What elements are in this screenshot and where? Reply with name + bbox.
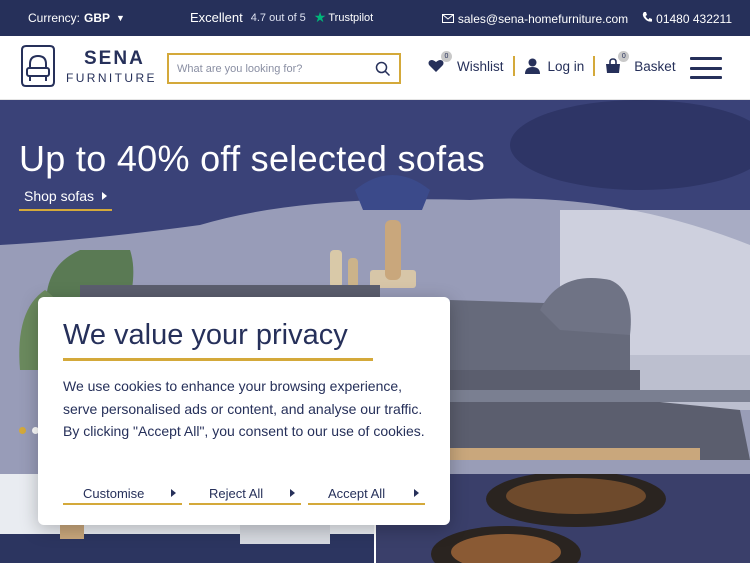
header-nav: 0 Wishlist Log in 0 Basket	[418, 51, 685, 76]
customise-button[interactable]: Customise	[63, 483, 182, 505]
phone-text: 01480 432211	[656, 11, 732, 26]
login-label: Log in	[547, 58, 585, 74]
wishlist-count: 0	[441, 51, 452, 62]
cookie-consent-modal: We value your privacy We use cookies to …	[38, 297, 450, 525]
contact-info: sales@sena-homefurniture.com 01480 43221…	[441, 11, 732, 26]
shop-sofas-label: Shop sofas	[24, 188, 95, 204]
basket-link[interactable]: 0 Basket	[593, 51, 684, 76]
wishlist-link[interactable]: 0 Wishlist	[418, 51, 513, 75]
hero-title: Up to 40% off selected sofas	[19, 138, 486, 179]
accept-all-button[interactable]: Accept All	[308, 483, 425, 505]
accept-label: Accept All	[328, 485, 386, 501]
hamburger-menu-icon[interactable]	[690, 57, 722, 79]
logo-mark-icon	[21, 45, 55, 87]
chevron-right-icon	[171, 489, 176, 497]
shop-sofas-link[interactable]: Shop sofas	[19, 185, 113, 211]
top-bar: Currency: GBP ▼ Excellent 4.7 out of 5 ★…	[0, 0, 750, 36]
search-box	[167, 53, 401, 84]
customise-label: Customise	[83, 485, 145, 501]
user-icon	[524, 57, 542, 75]
currency-selector[interactable]: Currency: GBP ▼	[28, 11, 125, 25]
cookie-title: We value your privacy	[63, 319, 373, 361]
logo[interactable]: SENA FURNITURE	[18, 44, 157, 88]
currency-value: GBP	[84, 11, 111, 25]
phone-icon	[642, 11, 653, 26]
email-text: sales@sena-homefurniture.com	[457, 11, 629, 26]
chevron-right-icon	[414, 489, 419, 497]
basket-label: Basket	[634, 58, 676, 74]
chevron-down-icon: ▼	[116, 13, 125, 23]
trustpilot-widget[interactable]: Excellent 4.7 out of 5 ★ Trustpilot	[190, 9, 373, 26]
wishlist-label: Wishlist	[457, 58, 504, 74]
reject-label: Reject All	[209, 485, 264, 501]
search-icon[interactable]	[375, 61, 391, 77]
basket-icon: 0	[604, 51, 630, 75]
trustpilot-star-icon: ★	[313, 9, 327, 25]
search-input[interactable]	[169, 55, 369, 82]
reject-all-button[interactable]: Reject All	[189, 483, 301, 505]
currency-label: Currency:	[28, 11, 81, 25]
site-header: SENA FURNITURE 0 Wishlist Log in	[0, 36, 750, 100]
email-link[interactable]: sales@sena-homefurniture.com	[441, 11, 629, 26]
logo-name: SENA	[84, 47, 145, 69]
phone-link[interactable]: 01480 432211	[642, 11, 732, 26]
chevron-right-icon	[290, 489, 295, 497]
trustpilot-brand: Trustpilot	[328, 11, 374, 24]
cookie-body: We use cookies to enhance your browsing …	[63, 378, 425, 439]
chevron-right-icon	[102, 192, 108, 200]
trustpilot-excellent: Excellent	[190, 10, 243, 25]
carousel-dots	[19, 427, 39, 434]
mail-icon	[441, 12, 454, 26]
logo-subtitle: FURNITURE	[66, 70, 157, 85]
login-link[interactable]: Log in	[512, 56, 594, 76]
basket-count: 0	[618, 51, 630, 62]
heart-icon: 0	[427, 51, 452, 75]
cookie-buttons: Customise Reject All Accept All	[63, 483, 425, 505]
trustpilot-rating: 4.7 out of 5	[250, 11, 306, 24]
carousel-dot-1[interactable]	[19, 427, 26, 434]
